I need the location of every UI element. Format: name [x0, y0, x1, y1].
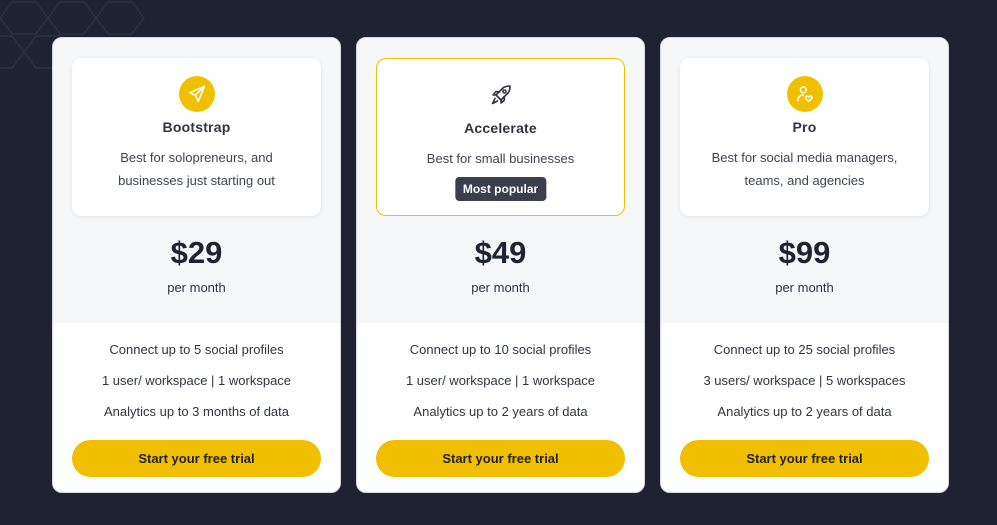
- plan-summary-box: Accelerate Best for small businesses Mos…: [376, 58, 625, 216]
- paper-plane-icon: [178, 76, 215, 112]
- plan-price: $99: [778, 235, 831, 270]
- plan-period: per month: [471, 280, 530, 295]
- most-popular-badge: Most popular: [454, 177, 547, 201]
- feature-item: 1 user/ workspace | 1 workspace: [101, 373, 292, 388]
- plan-description: Best for small businesses: [426, 151, 575, 166]
- feature-item: Connect up to 5 social profiles: [109, 342, 284, 357]
- plan-name: Accelerate: [464, 120, 537, 136]
- feature-list: Connect up to 25 social profiles 3 users…: [661, 342, 948, 435]
- rocket-icon: [483, 77, 519, 113]
- plan-price: $49: [474, 235, 527, 270]
- plan-description: Best for social media managers, teams, a…: [711, 150, 898, 188]
- feature-item: 1 user/ workspace | 1 workspace: [405, 373, 596, 388]
- plan-period: per month: [167, 280, 226, 295]
- start-free-trial-button[interactable]: Start your free trial: [72, 440, 321, 477]
- plan-card-accelerate: Accelerate Best for small businesses Mos…: [356, 37, 645, 493]
- plan-period: per month: [775, 280, 834, 295]
- feature-item: Analytics up to 3 months of data: [104, 404, 289, 419]
- pricing-plans: Bootstrap Best for solopreneurs, and bus…: [52, 37, 949, 493]
- plan-name: Pro: [792, 119, 817, 135]
- feature-item: Connect up to 25 social profiles: [713, 342, 896, 357]
- feature-item: Analytics up to 2 years of data: [413, 404, 588, 419]
- feature-item: Analytics up to 2 years of data: [717, 404, 892, 419]
- start-free-trial-button[interactable]: Start your free trial: [680, 440, 929, 477]
- feature-item: Connect up to 10 social profiles: [409, 342, 592, 357]
- feature-list: Connect up to 10 social profiles 1 user/…: [357, 342, 644, 435]
- feature-item: 3 users/ workspace | 5 workspaces: [703, 373, 906, 388]
- plan-description: Best for solopreneurs, and businesses ju…: [118, 150, 275, 188]
- feature-list: Connect up to 5 social profiles 1 user/ …: [53, 342, 340, 435]
- plan-card-bootstrap: Bootstrap Best for solopreneurs, and bus…: [52, 37, 341, 493]
- plan-price: $29: [170, 235, 223, 270]
- plan-summary-box: Pro Best for social media managers, team…: [680, 58, 929, 216]
- plan-name: Bootstrap: [162, 119, 231, 135]
- start-free-trial-button[interactable]: Start your free trial: [376, 440, 625, 477]
- plan-card-pro: Pro Best for social media managers, team…: [660, 37, 949, 493]
- plan-summary-box: Bootstrap Best for solopreneurs, and bus…: [72, 58, 321, 216]
- user-heart-icon: [786, 76, 823, 112]
